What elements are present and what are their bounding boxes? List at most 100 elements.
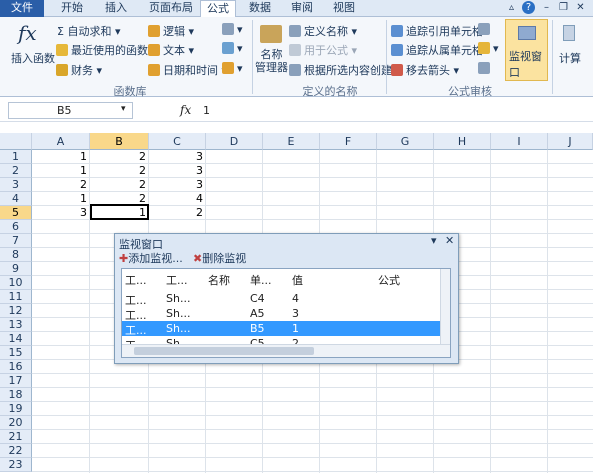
row-header[interactable]: 13 bbox=[0, 318, 32, 332]
create-from-selection-button[interactable]: 根据所选内容创建 bbox=[289, 62, 392, 78]
chevron-down-icon[interactable]: ▾ bbox=[431, 234, 437, 247]
cell-c2[interactable]: 3 bbox=[149, 164, 206, 178]
name-box[interactable]: B5 bbox=[8, 102, 133, 119]
vertical-scrollbar[interactable] bbox=[440, 269, 450, 344]
tab-formulas[interactable]: 公式 bbox=[200, 0, 236, 18]
name-manager-button[interactable]: 名称 管理器 bbox=[255, 48, 288, 74]
row-header[interactable]: 8 bbox=[0, 248, 32, 262]
tab-data[interactable]: 数据 bbox=[242, 0, 278, 17]
row-header[interactable]: 9 bbox=[0, 262, 32, 276]
column-header-d[interactable]: D bbox=[206, 133, 263, 150]
cell-c5[interactable]: 2 bbox=[149, 206, 206, 220]
calculate-button[interactable]: 计算 bbox=[559, 50, 581, 66]
row-header[interactable]: 17 bbox=[0, 374, 32, 388]
text-button[interactable]: 文本 ▾ bbox=[148, 42, 194, 58]
cell-a3[interactable]: 2 bbox=[32, 178, 90, 192]
watch-list[interactable]: 工... 工... 名称 单... 值 公式 工... Sh... C4 4 工… bbox=[121, 268, 451, 358]
column-header-e[interactable]: E bbox=[263, 133, 320, 150]
cell-c3[interactable]: 3 bbox=[149, 178, 206, 192]
define-name-button[interactable]: 定义名称 ▾ bbox=[289, 23, 357, 39]
row-header[interactable]: 19 bbox=[0, 402, 32, 416]
row-header[interactable]: 14 bbox=[0, 332, 32, 346]
cell-a2[interactable]: 1 bbox=[32, 164, 90, 178]
restore-icon[interactable]: ❐ bbox=[557, 1, 570, 14]
evaluate-formula-button[interactable] bbox=[478, 62, 493, 75]
insert-function-button[interactable]: 插入函数 bbox=[11, 50, 55, 66]
row-header[interactable]: 15 bbox=[0, 346, 32, 360]
cell-a1[interactable]: 1 bbox=[32, 150, 90, 164]
delete-watch-button[interactable]: ✖删除监视 bbox=[193, 250, 246, 266]
financial-button[interactable]: 财务 ▾ bbox=[56, 62, 102, 78]
lookup-button[interactable]: ▾ bbox=[222, 23, 243, 36]
row-header[interactable]: 3 bbox=[0, 178, 32, 192]
math-button[interactable]: ▾ bbox=[222, 42, 243, 55]
trace-dependents-button[interactable]: 追踪从属单元格 bbox=[391, 42, 483, 58]
watch-row[interactable]: 工... Sh... A5 3 bbox=[122, 306, 446, 322]
column-header-c[interactable]: C bbox=[149, 133, 206, 150]
row-header[interactable]: 7 bbox=[0, 234, 32, 248]
cell-a5[interactable]: 3 bbox=[32, 206, 90, 220]
row-header[interactable]: 2 bbox=[0, 164, 32, 178]
row-header[interactable]: 22 bbox=[0, 444, 32, 458]
watch-header-sheet[interactable]: 工... bbox=[166, 272, 188, 288]
row-header[interactable]: 16 bbox=[0, 360, 32, 374]
formula-input[interactable]: 1 bbox=[203, 104, 210, 117]
close-icon[interactable]: ✕ bbox=[574, 1, 587, 14]
minimize-icon[interactable]: – bbox=[540, 1, 553, 14]
column-header-g[interactable]: G bbox=[377, 133, 434, 150]
cell-b2[interactable]: 2 bbox=[90, 164, 149, 178]
column-header-i[interactable]: I bbox=[491, 133, 548, 150]
watch-header-name[interactable]: 名称 bbox=[208, 272, 230, 288]
close-icon[interactable]: ✕ bbox=[445, 234, 454, 247]
use-in-formula-button[interactable]: 用于公式 ▾ bbox=[289, 42, 357, 58]
column-header-b[interactable]: B bbox=[90, 133, 149, 150]
logical-button[interactable]: 逻辑 ▾ bbox=[148, 23, 194, 39]
horizontal-scrollbar[interactable] bbox=[122, 344, 450, 357]
row-header[interactable]: 5 bbox=[0, 206, 32, 220]
tab-insert[interactable]: 插入 bbox=[98, 0, 134, 17]
trace-precedents-button[interactable]: 追踪引用单元格 bbox=[391, 23, 483, 39]
scrollbar-thumb[interactable] bbox=[134, 347, 314, 355]
watch-window-dialog[interactable]: 监视窗口 ▾ ✕ ✚添加监视... ✖删除监视 工... 工... 名称 单..… bbox=[114, 233, 459, 364]
tab-review[interactable]: 审阅 bbox=[284, 0, 320, 17]
row-header[interactable]: 18 bbox=[0, 388, 32, 402]
watch-header-workbook[interactable]: 工... bbox=[125, 272, 147, 288]
row-header[interactable]: 1 bbox=[0, 150, 32, 164]
watch-row[interactable]: 工... Sh... C4 4 bbox=[122, 291, 446, 307]
watch-header-cell[interactable]: 单... bbox=[250, 272, 272, 288]
tab-home[interactable]: 开始 bbox=[54, 0, 90, 17]
select-all-corner[interactable] bbox=[0, 133, 32, 150]
watch-header-value[interactable]: 值 bbox=[292, 272, 303, 288]
cell-c4[interactable]: 4 bbox=[149, 192, 206, 206]
column-header-a[interactable]: A bbox=[32, 133, 90, 150]
cell-b1[interactable]: 2 bbox=[90, 150, 149, 164]
minimize-ribbon-icon[interactable]: ▵ bbox=[505, 1, 518, 14]
tab-view[interactable]: 视图 bbox=[326, 0, 362, 17]
row-header[interactable]: 11 bbox=[0, 290, 32, 304]
watch-header-formula[interactable]: 公式 bbox=[378, 272, 400, 288]
recent-functions-button[interactable]: 最近使用的函数 ▾ bbox=[56, 42, 157, 58]
datetime-button[interactable]: 日期和时间 ▾ bbox=[148, 62, 227, 78]
row-header[interactable]: 4 bbox=[0, 192, 32, 206]
column-header-j[interactable]: J bbox=[548, 133, 593, 150]
chevron-down-icon[interactable]: ▾ bbox=[121, 104, 126, 114]
watch-window-button[interactable]: 监视窗口 bbox=[505, 19, 548, 81]
row-header[interactable]: 6 bbox=[0, 220, 32, 234]
more-functions-button[interactable]: ▾ bbox=[222, 62, 243, 75]
row-header[interactable]: 12 bbox=[0, 304, 32, 318]
cell-a4[interactable]: 1 bbox=[32, 192, 90, 206]
row-header[interactable]: 20 bbox=[0, 416, 32, 430]
column-header-f[interactable]: F bbox=[320, 133, 377, 150]
row-header[interactable]: 23 bbox=[0, 458, 32, 472]
cell-b3[interactable]: 2 bbox=[90, 178, 149, 192]
add-watch-button[interactable]: ✚添加监视... bbox=[119, 250, 183, 266]
show-formulas-button[interactable] bbox=[478, 23, 493, 36]
remove-arrows-button[interactable]: 移去箭头 ▾ bbox=[391, 62, 459, 78]
error-checking-button[interactable]: ▾ bbox=[478, 42, 499, 55]
tab-page-layout[interactable]: 页面布局 bbox=[143, 0, 199, 17]
tab-file[interactable]: 文件 bbox=[0, 0, 44, 17]
insert-function-icon[interactable]: fx bbox=[180, 103, 191, 117]
column-header-h[interactable]: H bbox=[434, 133, 491, 150]
cell-c1[interactable]: 3 bbox=[149, 150, 206, 164]
row-header[interactable]: 10 bbox=[0, 276, 32, 290]
